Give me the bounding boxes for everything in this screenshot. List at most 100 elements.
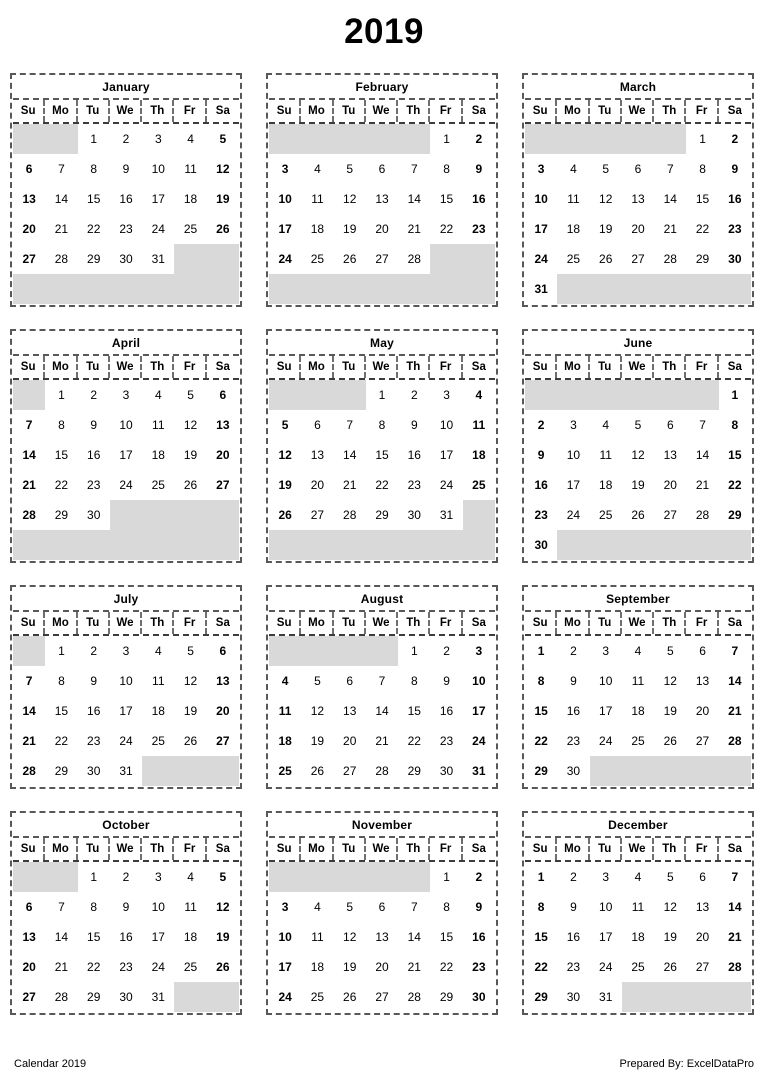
day-cell[interactable]: 10 — [430, 410, 463, 440]
day-cell[interactable]: 25 — [174, 214, 207, 244]
day-cell[interactable]: 2 — [557, 862, 590, 892]
day-cell[interactable]: 22 — [398, 726, 431, 756]
day-cell[interactable]: 15 — [365, 440, 399, 470]
day-cell[interactable]: 11 — [142, 410, 175, 440]
day-cell[interactable]: 19 — [654, 696, 687, 726]
day-cell[interactable]: 19 — [621, 470, 655, 500]
day-cell[interactable]: 17 — [269, 952, 302, 982]
day-cell[interactable]: 27 — [621, 244, 655, 274]
day-cell[interactable]: 20 — [333, 726, 366, 756]
day-cell[interactable]: 20 — [301, 470, 334, 500]
day-cell[interactable]: 1 — [718, 380, 751, 410]
day-cell[interactable]: 13 — [654, 440, 687, 470]
day-cell[interactable]: 5 — [654, 636, 687, 666]
day-cell[interactable]: 16 — [109, 184, 143, 214]
day-cell[interactable]: 27 — [654, 500, 687, 530]
day-cell[interactable]: 21 — [13, 470, 46, 500]
day-cell[interactable]: 30 — [462, 982, 495, 1012]
day-cell[interactable]: 22 — [525, 726, 558, 756]
day-cell[interactable]: 15 — [430, 922, 463, 952]
day-cell[interactable]: 23 — [718, 214, 751, 244]
day-cell[interactable]: 25 — [557, 244, 590, 274]
day-cell[interactable]: 13 — [686, 892, 719, 922]
day-cell[interactable]: 24 — [109, 726, 143, 756]
day-cell[interactable]: 12 — [174, 666, 207, 696]
day-cell[interactable]: 13 — [13, 184, 46, 214]
day-cell[interactable]: 25 — [301, 982, 334, 1012]
day-cell[interactable]: 6 — [13, 154, 46, 184]
day-cell[interactable]: 9 — [462, 154, 495, 184]
day-cell[interactable]: 29 — [365, 500, 399, 530]
day-cell[interactable]: 18 — [174, 184, 207, 214]
day-cell[interactable]: 24 — [142, 214, 175, 244]
day-cell[interactable]: 29 — [45, 756, 78, 786]
day-cell[interactable]: 31 — [142, 244, 175, 274]
day-cell[interactable]: 8 — [525, 892, 558, 922]
day-cell[interactable]: 20 — [365, 214, 399, 244]
day-cell[interactable]: 21 — [398, 214, 431, 244]
day-cell[interactable]: 7 — [718, 862, 751, 892]
day-cell[interactable]: 5 — [654, 862, 687, 892]
day-cell[interactable]: 10 — [589, 892, 622, 922]
day-cell[interactable]: 20 — [621, 214, 655, 244]
day-cell[interactable]: 14 — [718, 892, 751, 922]
day-cell[interactable]: 17 — [142, 922, 175, 952]
day-cell[interactable]: 28 — [45, 244, 78, 274]
day-cell[interactable]: 29 — [398, 756, 431, 786]
day-cell[interactable]: 7 — [45, 154, 78, 184]
day-cell[interactable]: 20 — [13, 952, 46, 982]
day-cell[interactable]: 2 — [398, 380, 431, 410]
day-cell[interactable]: 26 — [301, 756, 334, 786]
day-cell[interactable]: 30 — [557, 756, 590, 786]
day-cell[interactable]: 1 — [430, 862, 463, 892]
day-cell[interactable]: 30 — [718, 244, 751, 274]
day-cell[interactable]: 29 — [45, 500, 78, 530]
day-cell[interactable]: 24 — [525, 244, 558, 274]
day-cell[interactable]: 12 — [174, 410, 207, 440]
day-cell[interactable]: 18 — [557, 214, 590, 244]
day-cell[interactable]: 26 — [269, 500, 302, 530]
day-cell[interactable]: 28 — [686, 500, 719, 530]
day-cell[interactable]: 6 — [686, 636, 719, 666]
day-cell[interactable]: 24 — [142, 952, 175, 982]
day-cell[interactable]: 23 — [525, 500, 558, 530]
day-cell[interactable]: 15 — [45, 440, 78, 470]
day-cell[interactable]: 13 — [333, 696, 366, 726]
day-cell[interactable]: 27 — [301, 500, 334, 530]
day-cell[interactable]: 14 — [13, 440, 46, 470]
day-cell[interactable]: 14 — [365, 696, 399, 726]
day-cell[interactable]: 29 — [77, 982, 110, 1012]
day-cell[interactable]: 21 — [333, 470, 366, 500]
day-cell[interactable]: 2 — [557, 636, 590, 666]
day-cell[interactable]: 22 — [525, 952, 558, 982]
day-cell[interactable]: 28 — [398, 982, 431, 1012]
day-cell[interactable]: 10 — [269, 184, 302, 214]
day-cell[interactable]: 16 — [77, 696, 110, 726]
day-cell[interactable]: 9 — [77, 666, 110, 696]
day-cell[interactable]: 4 — [621, 862, 655, 892]
day-cell[interactable]: 16 — [557, 696, 590, 726]
day-cell[interactable]: 20 — [206, 696, 239, 726]
day-cell[interactable]: 13 — [13, 922, 46, 952]
day-cell[interactable]: 16 — [109, 922, 143, 952]
day-cell[interactable]: 13 — [206, 666, 239, 696]
day-cell[interactable]: 9 — [77, 410, 110, 440]
day-cell[interactable]: 12 — [654, 892, 687, 922]
day-cell[interactable]: 18 — [301, 952, 334, 982]
day-cell[interactable]: 27 — [206, 470, 239, 500]
day-cell[interactable]: 15 — [398, 696, 431, 726]
day-cell[interactable]: 30 — [525, 530, 558, 560]
day-cell[interactable]: 9 — [557, 666, 590, 696]
day-cell[interactable]: 28 — [718, 726, 751, 756]
day-cell[interactable]: 25 — [301, 244, 334, 274]
day-cell[interactable]: 11 — [557, 184, 590, 214]
day-cell[interactable]: 15 — [686, 184, 719, 214]
day-cell[interactable]: 4 — [621, 636, 655, 666]
day-cell[interactable]: 17 — [269, 214, 302, 244]
day-cell[interactable]: 30 — [109, 244, 143, 274]
day-cell[interactable]: 4 — [142, 380, 175, 410]
day-cell[interactable]: 13 — [621, 184, 655, 214]
day-cell[interactable]: 18 — [142, 440, 175, 470]
day-cell[interactable]: 19 — [174, 696, 207, 726]
day-cell[interactable]: 31 — [462, 756, 495, 786]
